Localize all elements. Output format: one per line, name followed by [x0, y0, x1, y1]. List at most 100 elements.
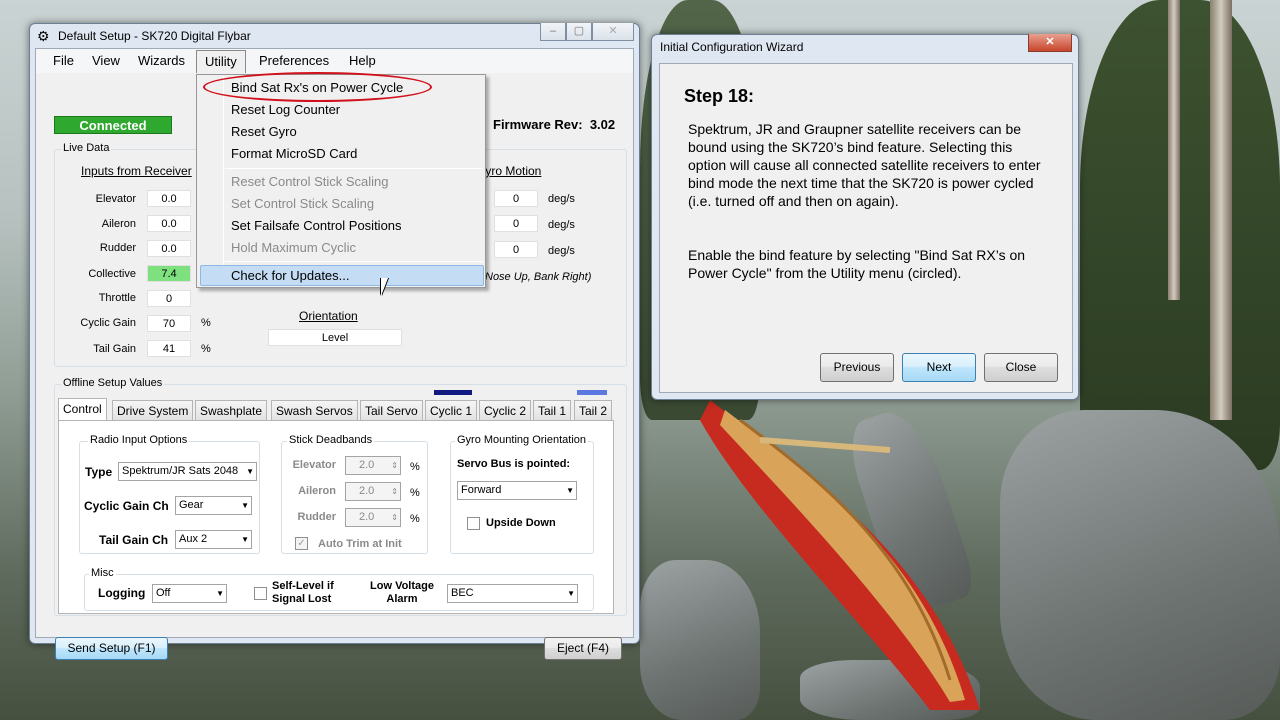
menu-item-hold-max-cyclic[interactable]: Hold Maximum Cyclic: [231, 240, 356, 255]
indicator-bar-light: [577, 390, 607, 395]
spinner-arrows-icon: ⇕: [391, 487, 398, 496]
self-level-checkbox[interactable]: [254, 587, 267, 600]
menu-utility[interactable]: Utility: [196, 50, 246, 73]
menu-item-reset-log[interactable]: Reset Log Counter: [231, 102, 340, 117]
orientation-label: Orientation: [299, 309, 358, 323]
close-button[interactable]: Close: [984, 353, 1058, 382]
tab-cyclic-2[interactable]: Cyclic 2: [479, 400, 532, 420]
low-voltage-label: Low Voltage Alarm: [370, 580, 434, 605]
gyro-value-1: 0: [494, 190, 538, 207]
menu-separator: [225, 168, 483, 169]
logging-label: Logging: [98, 586, 146, 600]
wizard-client: Step 18: Spektrum, JR and Graupner satel…: [659, 63, 1073, 393]
menu-preferences[interactable]: Preferences: [259, 53, 329, 68]
menu-bar: File View Wizards Utility Preferences He…: [36, 49, 633, 73]
db-rudder-unit: %: [410, 513, 420, 525]
utility-dropdown-menu: Bind Sat Rx's on Power Cycle Reset Log C…: [196, 74, 486, 288]
cyclic-gain-label: Cyclic Gain: [80, 317, 136, 329]
circle-annotation: [203, 72, 432, 102]
tab-control[interactable]: Control: [58, 398, 107, 421]
tail-gain-ch-value: Aux 2: [179, 533, 208, 545]
gyro-unit-3: deg/s: [548, 245, 575, 257]
throttle-value: 0: [147, 290, 191, 307]
upside-down-checkbox[interactable]: [467, 517, 480, 530]
auto-trim-checkbox[interactable]: ✓: [295, 537, 308, 550]
main-window-titlebar[interactable]: ⚙ Default Setup - SK720 Digital Flybar –…: [30, 23, 639, 48]
next-button[interactable]: Next: [902, 353, 976, 382]
wizard-step-title: Step 18:: [684, 86, 755, 106]
menu-file[interactable]: File: [53, 53, 74, 68]
canoe-image: [680, 380, 1040, 720]
menu-item-reset-gyro[interactable]: Reset Gyro: [231, 124, 297, 139]
tab-cyclic-1[interactable]: Cyclic 1: [425, 400, 478, 420]
menu-item-reset-stick-scaling[interactable]: Reset Control Stick Scaling: [231, 174, 389, 189]
menu-help[interactable]: Help: [349, 53, 376, 68]
close-icon[interactable]: ✕: [1028, 34, 1072, 52]
servo-bus-select[interactable]: Forward ▼: [457, 481, 577, 500]
wizard-titlebar[interactable]: Initial Configuration Wizard ✕: [652, 34, 1078, 59]
tab-tail-1[interactable]: Tail 1: [533, 400, 572, 420]
throttle-label: Throttle: [98, 292, 136, 304]
orientation-value: Level: [268, 329, 402, 346]
send-setup-button[interactable]: Send Setup (F1): [55, 637, 168, 660]
tail-gain-label: Tail Gain: [93, 343, 136, 355]
cyclic-gain-ch-select[interactable]: Gear ▼: [175, 496, 252, 515]
misc-label: Misc: [89, 567, 116, 579]
db-rudder-label: Rudder: [297, 511, 337, 523]
aileron-value: 0.0: [147, 215, 191, 232]
low-voltage-select[interactable]: BEC ▼: [447, 584, 578, 603]
type-select[interactable]: Spektrum/JR Sats 2048 ▼: [118, 462, 257, 481]
minimize-icon[interactable]: –: [540, 23, 566, 41]
tab-tail-servo[interactable]: Tail Servo: [360, 400, 423, 420]
tab-swashplate[interactable]: Swashplate: [195, 400, 268, 420]
cyclic-gain-ch-label: Cyclic Gain Ch: [84, 499, 169, 513]
rudder-value: 0.0: [147, 240, 191, 257]
menu-wizards[interactable]: Wizards: [138, 53, 185, 68]
tail-gain-unit: %: [201, 343, 211, 355]
tab-tail-2[interactable]: Tail 2: [574, 400, 613, 420]
servo-bus-label: Servo Bus is pointed:: [457, 458, 571, 470]
db-rudder-spinner[interactable]: 2.0 ⇕: [345, 508, 401, 527]
menu-view[interactable]: View: [92, 53, 120, 68]
logging-select[interactable]: Off ▼: [152, 584, 227, 603]
tab-drive-system[interactable]: Drive System: [112, 400, 194, 420]
upside-down-label: Upside Down: [486, 517, 556, 529]
offline-setup-label: Offline Setup Values: [61, 377, 165, 389]
spinner-arrows-icon: ⇕: [391, 513, 398, 522]
eject-button[interactable]: Eject (F4): [544, 637, 622, 660]
collective-value: 7.4: [147, 265, 191, 282]
chevron-down-icon: ▼: [246, 467, 254, 476]
menu-item-format-sd[interactable]: Format MicroSD Card: [231, 146, 357, 161]
db-elevator-value: 2.0: [359, 459, 375, 471]
chevron-down-icon: ▼: [216, 589, 224, 598]
chevron-down-icon: ▼: [566, 486, 574, 495]
gyro-unit-1: deg/s: [548, 193, 575, 205]
aileron-label: Aileron: [101, 218, 136, 230]
live-data-label: Live Data: [61, 142, 112, 154]
db-elevator-spinner[interactable]: 2.0 ⇕: [345, 456, 401, 475]
maximize-icon[interactable]: ▢: [566, 23, 592, 41]
indicator-bar-dark: [434, 390, 472, 395]
gyro-note: Nose Up, Bank Right): [485, 271, 592, 283]
previous-button[interactable]: Previous: [820, 353, 894, 382]
app-icon: ⚙: [37, 28, 50, 44]
tail-gain-ch-select[interactable]: Aux 2 ▼: [175, 530, 252, 549]
wizard-paragraph-1: Spektrum, JR and Graupner satellite rece…: [688, 121, 1041, 209]
chevron-down-icon: ▼: [567, 589, 575, 598]
radio-input-label: Radio Input Options: [88, 434, 190, 446]
tail-gain-value: 41: [147, 340, 191, 357]
menu-item-check-updates[interactable]: Check for Updates...: [231, 268, 350, 283]
chevron-down-icon: ▼: [241, 535, 249, 544]
db-elevator-label: Elevator: [292, 459, 336, 471]
menu-item-set-failsafe[interactable]: Set Failsafe Control Positions: [231, 218, 402, 233]
type-select-value: Spektrum/JR Sats 2048: [122, 465, 239, 477]
menu-item-set-stick-scaling[interactable]: Set Control Stick Scaling: [231, 196, 374, 211]
close-icon[interactable]: ✕: [592, 23, 634, 41]
db-aileron-value: 2.0: [359, 485, 375, 497]
db-aileron-spinner[interactable]: 2.0 ⇕: [345, 482, 401, 501]
inputs-header: Inputs from Receiver: [81, 164, 192, 178]
self-level-label: Self-Level if Signal Lost: [272, 580, 334, 605]
tab-swash-servos[interactable]: Swash Servos: [271, 400, 358, 420]
db-aileron-label: Aileron: [298, 485, 336, 497]
cyclic-gain-unit: %: [201, 317, 211, 329]
